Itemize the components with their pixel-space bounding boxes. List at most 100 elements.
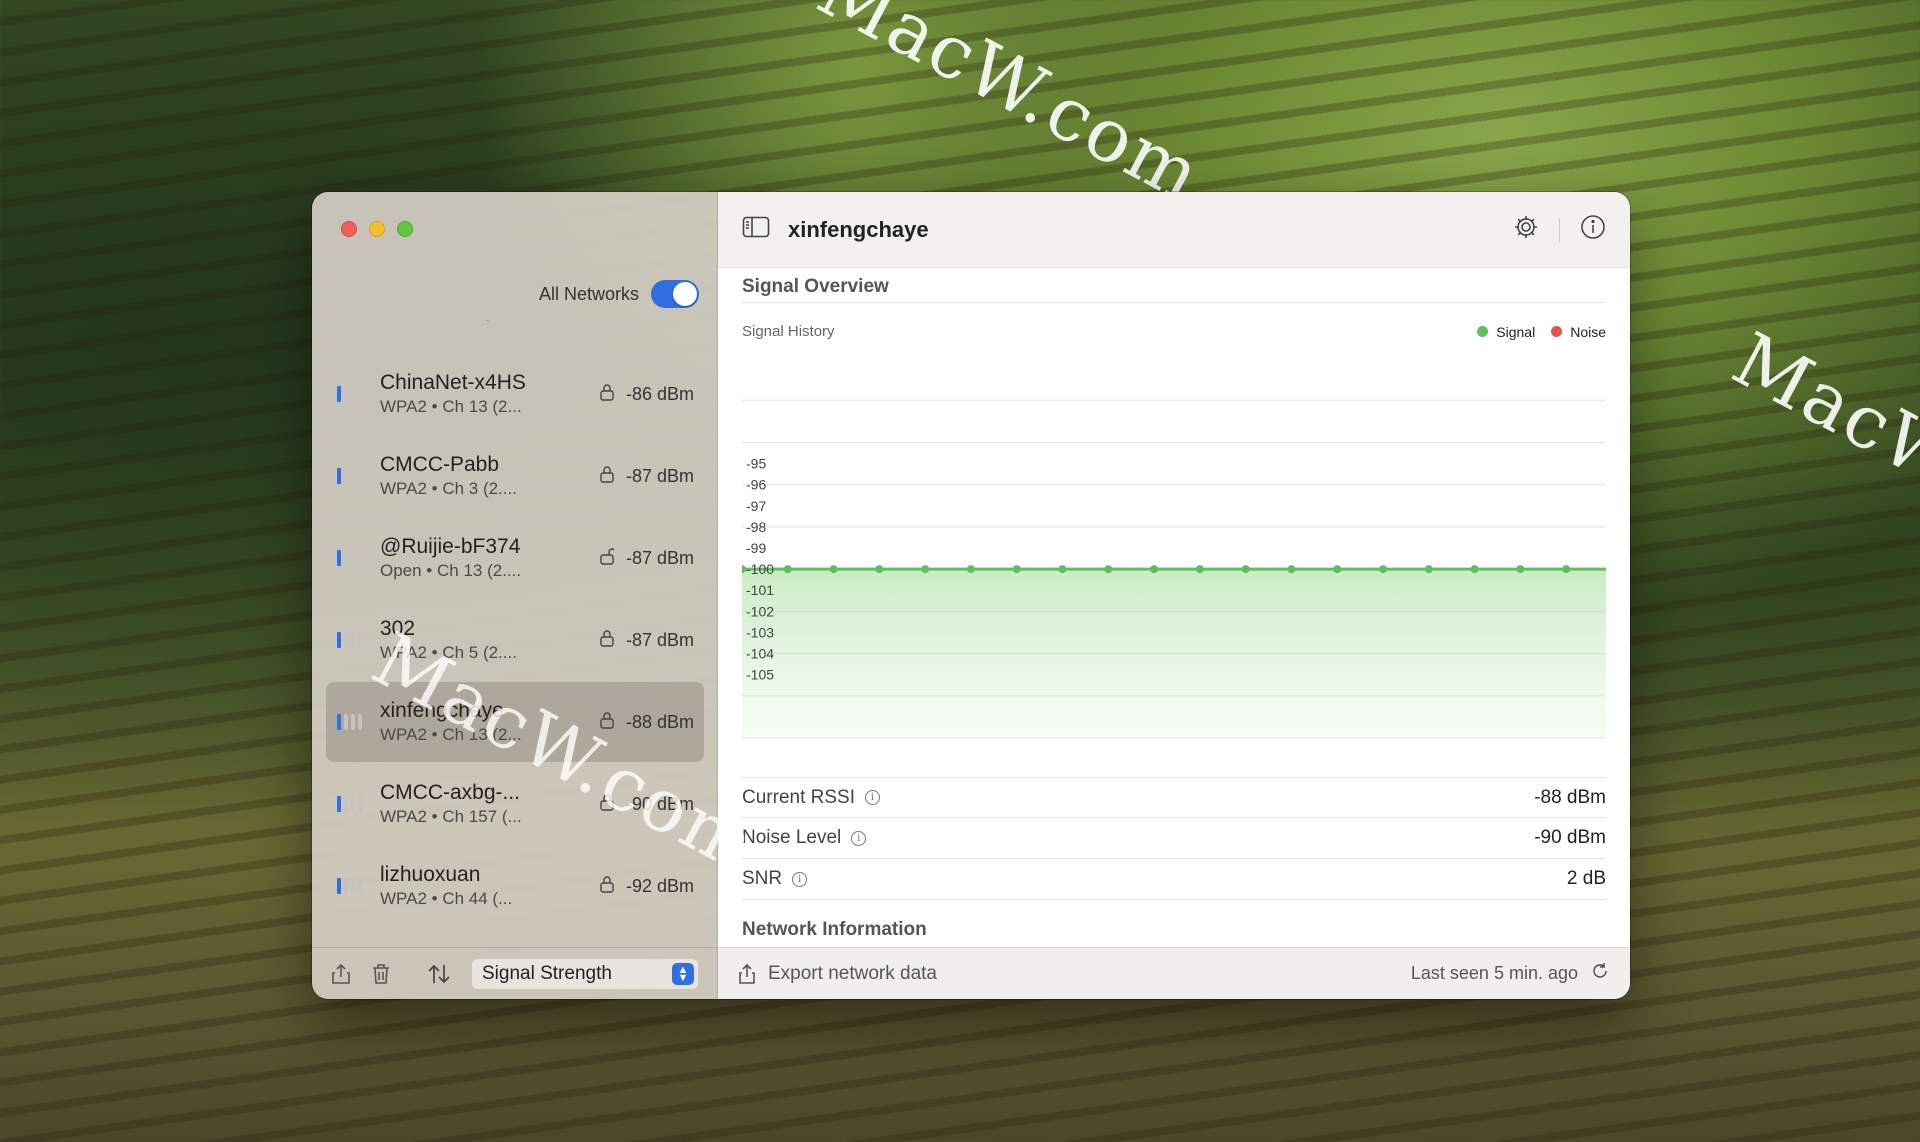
legend-noise-label: Noise — [1570, 323, 1606, 340]
export-button[interactable]: Export network data — [738, 963, 937, 985]
network-detail: WPA2 • Ch 5 (2.... — [380, 643, 517, 662]
signal-point — [1287, 565, 1296, 574]
network-name: 302 — [380, 617, 416, 640]
signal-bars-icon — [326, 794, 372, 814]
signal-point — [921, 565, 930, 574]
y-tick-label: -97 — [746, 498, 766, 514]
network-detail: WPA2 • Ch 8 (2.... — [380, 320, 594, 323]
network-detail: WPA2 • Ch 13 (2... — [380, 725, 522, 744]
signal-point — [783, 565, 792, 574]
signal-point — [1012, 565, 1021, 574]
network-rssi: -92 dBm — [625, 875, 694, 896]
signal-point — [966, 565, 975, 574]
network-row[interactable]: @Ruijie-bF374 Open • Ch 13 (2.... -87 dBm — [326, 518, 704, 598]
network-detail: WPA2 • Ch 157 (... — [380, 807, 522, 826]
share-icon — [739, 963, 755, 984]
signal-point — [1424, 565, 1433, 574]
last-seen-text: Last seen 5 min. ago — [1410, 963, 1578, 983]
stat-value: 2 dB — [1566, 868, 1606, 889]
y-tick-label: -100 — [746, 561, 774, 577]
y-tick-label: -99 — [746, 540, 766, 556]
y-tick-label: -105 — [746, 667, 774, 683]
y-tick-label: -96 — [746, 477, 766, 493]
trash-icon[interactable] — [368, 961, 394, 987]
network-row[interactable]: ChinaNet-x4HS WPA2 • Ch 13 (2... -86 dBm — [326, 354, 704, 434]
network-rssi: -86 dBm — [625, 383, 694, 404]
signal-bars-icon — [326, 712, 372, 732]
legend-signal-label: Signal — [1496, 323, 1536, 340]
info-icon[interactable]: i — [851, 830, 867, 846]
network-row[interactable]: xinfengchaye WPA2 • Ch 13 (2... -88 dBm — [326, 682, 704, 762]
zoom-button[interactable] — [397, 221, 413, 237]
network-detail: Open • Ch 13 (2.... — [380, 561, 522, 580]
network-row[interactable]: CMCC-Pabb WPA2 • Ch 3 (2.... -87 dBm — [326, 436, 704, 516]
section-title-network-information: Network Information — [742, 919, 927, 940]
sort-select-value: Signal Strength — [482, 962, 612, 984]
detail-content[interactable]: Signal Overview Signal History Signal No… — [742, 268, 1606, 947]
signal-history-chart: -95 -96 -97 -98 -99 -100 -101 -102 -103 -104 -105 — [742, 348, 1606, 748]
share-icon[interactable] — [328, 961, 354, 987]
network-name: CMCC-Pabb — [380, 453, 500, 476]
signal-bars-icon — [326, 548, 372, 568]
refresh-icon[interactable] — [1590, 961, 1610, 986]
all-networks-toggle[interactable] — [651, 280, 699, 308]
y-tick-label: -102 — [746, 603, 774, 619]
info-icon[interactable]: i — [864, 790, 880, 805]
signal-point — [1150, 565, 1159, 574]
sidebar-toggle-icon[interactable] — [742, 216, 770, 243]
network-row[interactable]: 302 WPA2 • Ch 5 (2.... -87 dBm — [326, 600, 704, 680]
network-rssi: -90 dBm — [625, 793, 694, 814]
window-controls — [341, 221, 413, 237]
close-button[interactable] — [341, 221, 357, 237]
signal-bars-icon — [326, 630, 372, 650]
stat-row: SNR i 2 dB — [742, 859, 1606, 900]
lock-icon — [594, 793, 620, 815]
network-detail: WPA2 • Ch 13 (2... — [380, 397, 522, 416]
signal-point — [1241, 565, 1250, 574]
toolbar-divider — [1559, 217, 1560, 242]
app-window: All Networks WPA2 • Ch 8 (2....-86 dBmCh… — [312, 192, 1630, 999]
sort-arrows-icon[interactable] — [426, 961, 452, 987]
stat-value: -90 dBm — [1534, 827, 1606, 848]
stat-label: Noise Level — [742, 827, 842, 848]
network-list[interactable]: WPA2 • Ch 8 (2.... -86 dBm ChinaNet-x4HS WP… — [312, 320, 717, 947]
network-rssi: -87 dBm — [625, 465, 694, 486]
lock-icon — [594, 320, 620, 323]
signal-point — [1333, 565, 1342, 574]
signal-point — [1516, 565, 1525, 574]
watermark: MacW.com — [804, 0, 1216, 220]
network-row[interactable]: lizhuoxuan WPA2 • Ch 44 (... -92 dBm — [326, 846, 704, 926]
network-row[interactable]: CMCC-axbg-... WPA2 • Ch 157 (... -90 dBm — [326, 764, 704, 844]
network-rssi: -87 dBm — [625, 547, 694, 568]
network-name: ChinaNet-x4HS — [380, 371, 526, 394]
lock-icon — [594, 383, 620, 405]
info-icon[interactable] — [1580, 214, 1606, 245]
sort-select[interactable]: Signal Strength ▲ ▼ — [472, 958, 698, 989]
unlock-icon — [594, 547, 620, 569]
info-icon[interactable]: i — [792, 871, 808, 887]
signal-history-svg: -95 -96 -97 -98 -99 -100 -101 -102 -103 -104 -105 — [742, 399, 1606, 739]
signal-point — [1562, 565, 1571, 574]
legend-noise-dot — [1551, 326, 1563, 337]
minimize-button[interactable] — [369, 221, 385, 237]
detail-titlebar: xinfengchaye — [718, 192, 1630, 268]
network-row[interactable]: WPA2 • Ch 8 (2.... -86 dBm — [326, 320, 704, 352]
detail-pane: xinfengchaye Signal Overview Signal Hist… — [718, 192, 1630, 999]
signal-point — [829, 565, 838, 574]
stat-label: Current RSSI — [742, 786, 855, 808]
signal-bars-icon — [326, 876, 372, 896]
chevron-updown-icon: ▲ ▼ — [672, 962, 694, 985]
watermark: MacW.com — [1719, 316, 1920, 590]
network-rssi: -87 dBm — [625, 629, 694, 650]
y-tick-label: -95 — [746, 456, 766, 472]
section-title-signal-overview: Signal Overview — [742, 276, 1606, 303]
sidebar-footer: Signal Strength ▲ ▼ — [312, 947, 717, 999]
all-networks-control: All Networks — [539, 280, 699, 308]
lock-icon — [594, 875, 620, 897]
export-label: Export network data — [768, 962, 937, 984]
stats-table: Current RSSI i -88 dBm Noise Level i -90 dBm S… — [742, 777, 1606, 900]
gear-icon[interactable] — [1513, 214, 1539, 245]
network-name: xinfengchaye — [380, 699, 504, 722]
signal-point — [1195, 565, 1204, 574]
network-name: @Ruijie-bF374 — [380, 535, 521, 558]
